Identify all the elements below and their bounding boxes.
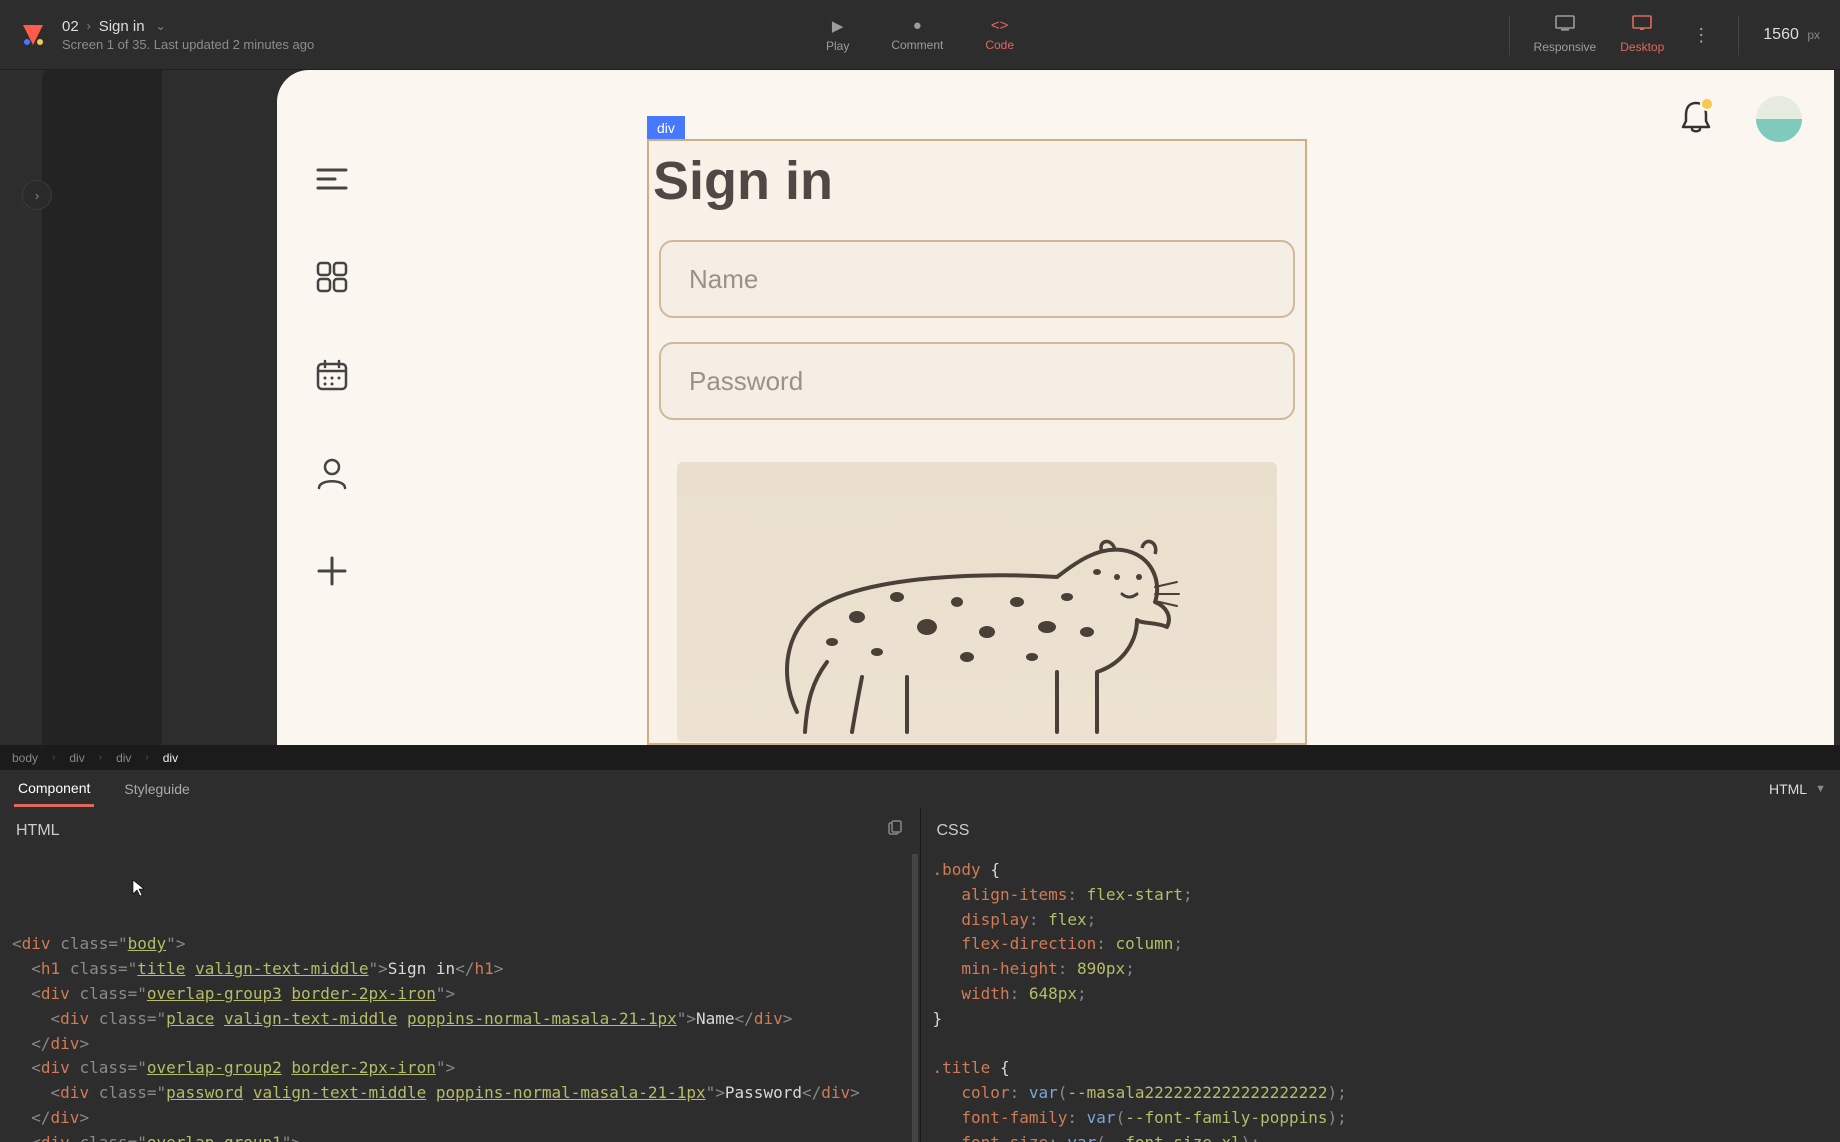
- path-segment[interactable]: div: [69, 751, 84, 765]
- user-icon[interactable]: [313, 454, 351, 492]
- breadcrumb-prefix[interactable]: 02: [62, 18, 79, 35]
- artboard-margin: [42, 70, 162, 745]
- chevron-right-icon: ›: [87, 19, 91, 33]
- apps-grid-icon[interactable]: [313, 258, 351, 296]
- notification-bell-button[interactable]: [1676, 97, 1716, 142]
- chevron-right-icon: ›: [99, 752, 102, 763]
- password-placeholder: Password: [689, 366, 803, 397]
- plus-icon[interactable]: [313, 552, 351, 590]
- responsive-icon: [1555, 15, 1575, 36]
- avatar[interactable]: [1756, 96, 1802, 142]
- artboard[interactable]: div Sign in Name Password: [277, 70, 1834, 745]
- separator: [1738, 15, 1739, 55]
- illustration-area[interactable]: [677, 462, 1277, 742]
- path-segment[interactable]: body: [12, 751, 38, 765]
- html-panel-label: HTML: [16, 822, 60, 840]
- responsive-label: Responsive: [1534, 40, 1597, 54]
- viewport-unit: px: [1807, 28, 1820, 42]
- breadcrumb-name[interactable]: Sign in: [99, 18, 145, 35]
- play-button[interactable]: ▶ Play: [826, 17, 849, 53]
- css-code-editor[interactable]: .body { align-items: flex-start; display…: [921, 854, 1840, 1142]
- chevron-right-icon: ›: [35, 188, 39, 203]
- desktop-mode-button[interactable]: Desktop: [1620, 15, 1664, 54]
- notification-dot-icon: [1700, 97, 1714, 111]
- language-label: HTML: [1769, 781, 1807, 797]
- tab-component[interactable]: Component: [14, 772, 94, 807]
- mouse-cursor-icon: [130, 878, 150, 898]
- css-panel-label: CSS: [937, 822, 970, 840]
- leopard-illustration: [757, 502, 1197, 742]
- password-field[interactable]: Password: [659, 342, 1295, 420]
- tab-styleguide[interactable]: Styleguide: [120, 773, 193, 805]
- expand-panel-button[interactable]: ›: [22, 180, 52, 210]
- chevron-right-icon: ›: [52, 752, 55, 763]
- chevron-right-icon: ›: [145, 752, 148, 763]
- language-selector[interactable]: HTML ▼: [1769, 781, 1826, 797]
- code-label: Code: [985, 38, 1014, 52]
- viewport-width[interactable]: 1560: [1763, 26, 1799, 43]
- selection-tag[interactable]: div: [647, 116, 685, 140]
- selection-path-bar: body › div › div › div: [0, 745, 1840, 770]
- html-code-editor[interactable]: <div class="body"> <h1 class="title vali…: [0, 854, 918, 1142]
- design-canvas[interactable]: div Sign in Name Password: [162, 70, 1840, 745]
- path-segment[interactable]: div: [116, 751, 131, 765]
- desktop-icon: [1632, 15, 1652, 36]
- menu-icon[interactable]: [313, 160, 351, 198]
- name-field[interactable]: Name: [659, 240, 1295, 318]
- name-placeholder: Name: [689, 264, 758, 295]
- separator: [1509, 15, 1510, 55]
- signin-title[interactable]: Sign in: [653, 150, 833, 212]
- comment-label: Comment: [891, 38, 943, 52]
- chevron-down-icon: ▼: [1815, 783, 1826, 795]
- comment-button[interactable]: ● Comment: [891, 17, 943, 52]
- desktop-label: Desktop: [1620, 40, 1664, 54]
- path-segment-active[interactable]: div: [163, 751, 178, 765]
- code-icon: <>: [991, 17, 1009, 34]
- responsive-mode-button[interactable]: Responsive: [1534, 15, 1597, 54]
- code-button[interactable]: <> Code: [985, 17, 1014, 52]
- calendar-icon[interactable]: [313, 356, 351, 394]
- breadcrumb-subtitle: Screen 1 of 35. Last updated 2 minutes a…: [62, 37, 314, 52]
- app-logo[interactable]: [20, 22, 46, 48]
- breadcrumb-dropdown-icon[interactable]: ⌄: [156, 19, 166, 33]
- more-menu-button[interactable]: ⋮: [1688, 26, 1714, 44]
- play-label: Play: [826, 39, 849, 53]
- comment-icon: ●: [913, 17, 922, 34]
- copy-icon[interactable]: [886, 820, 904, 843]
- play-icon: ▶: [832, 17, 844, 35]
